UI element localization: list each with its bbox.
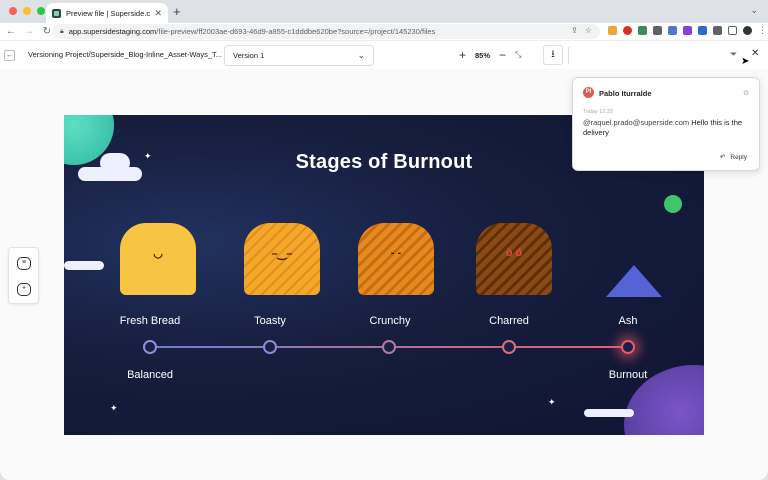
timeline-dot [502, 340, 516, 354]
comment-author: Pablo Iturralde [599, 89, 652, 98]
resolve-icon[interactable]: ⊙ [743, 89, 749, 97]
chevron-down-icon: ⌄ [357, 50, 365, 60]
star-decoration: ✦ [110, 403, 118, 413]
project-breadcrumb: Versioning Project/Superside_Blog-Inline… [28, 50, 222, 59]
extension-icon-3[interactable] [638, 26, 647, 35]
toast-face: ò ó [505, 247, 523, 259]
extension-icon-4[interactable] [653, 26, 662, 35]
browser-toolbar: ← → ↻ 🔒︎ app.supersidestaging.com/file-p… [0, 23, 768, 40]
zoom-in-button[interactable]: + [459, 48, 466, 62]
zoom-out-button[interactable]: − [499, 48, 506, 62]
reply-icon: ↶ [719, 154, 726, 161]
profile-avatar[interactable] [743, 26, 752, 35]
close-tab-icon[interactable]: ✕ [154, 8, 162, 19]
close-window-button[interactable] [9, 7, 17, 15]
header-divider [568, 47, 569, 64]
cloud-decoration [584, 409, 634, 417]
zoom-window-button[interactable] [37, 7, 45, 15]
version-value: Version 1 [233, 51, 265, 60]
preview-header: ← Versioning Project/Superside_Blog-Inli… [0, 40, 768, 69]
stage-label: Ash [618, 315, 638, 327]
stage-label: Crunchy [369, 315, 411, 327]
back-button[interactable]: ← [4, 50, 15, 61]
bookmark-star-icon[interactable]: ☆ [585, 26, 592, 35]
small-planet-decoration [664, 195, 682, 213]
url-host: app.supersidestaging.com [68, 27, 157, 36]
comment-mention: @raquel.prado@superside.com [583, 118, 690, 127]
new-tab-button[interactable]: + [173, 4, 181, 19]
zoom-controls: + 85% − ⤡ [459, 48, 521, 62]
toast-crunchy: - - [358, 223, 434, 295]
window-controls [9, 7, 45, 15]
extension-icon-1[interactable] [608, 26, 617, 35]
stage-label: Fresh Bread [119, 315, 181, 327]
puzzle-extensions-icon[interactable] [713, 26, 722, 35]
share-icon[interactable]: ⇪ [571, 26, 578, 35]
tab-title: Preview file | Superside.com [66, 8, 151, 18]
reply-label: Reply [730, 153, 747, 161]
comment-popover: PI Pablo Iturralde ⊙ Today 12:33 @raquel… [572, 77, 760, 171]
end-label: Burnout [608, 369, 648, 381]
forward-arrow-icon[interactable]: → [22, 26, 36, 37]
start-label: Balanced [127, 369, 173, 381]
comment-body: @raquel.prado@superside.com Hello this i… [583, 118, 753, 138]
add-comment-icon[interactable]: + [17, 283, 31, 296]
extension-icon-6[interactable] [683, 26, 692, 35]
timeline-dot [263, 340, 277, 354]
extensions-bar: ⋮ [608, 25, 767, 36]
extension-icon-2[interactable] [623, 26, 632, 35]
extension-icon-5[interactable] [668, 26, 677, 35]
sidebar-icon[interactable] [728, 26, 737, 35]
download-button[interactable]: ⭳ [543, 45, 563, 65]
reply-button[interactable]: ↶ Reply [719, 153, 747, 162]
back-arrow-icon[interactable]: ← [4, 26, 18, 37]
mouse-cursor-icon: ➤ [741, 56, 750, 67]
avatar: PI [583, 87, 594, 98]
browser-window: Preview file | Superside.com ✕ + ⌄ ← → ↻… [0, 0, 768, 480]
volcano-decoration [606, 265, 662, 297]
more-menu-icon[interactable]: ⋮ [758, 25, 767, 36]
address-bar-actions: ⇪ ☆ [571, 26, 592, 35]
browser-tab[interactable]: Preview file | Superside.com ✕ [46, 3, 168, 23]
lock-icon: 🔒︎ [60, 27, 64, 35]
comment-time: Today 12:33 [583, 109, 613, 115]
toast-fresh-bread: ◡ [120, 223, 196, 295]
url-path: /file-preview/ff2003ae-d693-46d9-a855-c1… [156, 27, 436, 36]
address-bar[interactable]: 🔒︎ app.supersidestaging.com/file-preview… [52, 24, 600, 39]
fit-screen-icon[interactable]: ⤡ [515, 50, 521, 60]
cloud-decoration [64, 261, 104, 270]
toast-charred: ò ó [476, 223, 552, 295]
close-preview-button[interactable]: ✕ [751, 48, 759, 59]
stage-label: Charred [489, 315, 529, 327]
toast-face: –‿– [271, 248, 293, 260]
timeline-dot [382, 340, 396, 354]
title-bar: Preview file | Superside.com ✕ + ⌄ [0, 0, 768, 23]
comments-list-icon[interactable]: ≡ [17, 257, 31, 270]
comment-tools: ≡ + [8, 247, 39, 304]
toast-face: ◡ [153, 248, 163, 260]
timeline-dot [621, 340, 635, 354]
timeline-dot [143, 340, 157, 354]
toast-toasty: –‿– [244, 223, 320, 295]
star-decoration: ✦ [548, 397, 556, 407]
zoom-level: 85% [475, 50, 491, 60]
filter-icon[interactable]: ⏷ [730, 49, 737, 60]
toast-face: - - [390, 247, 402, 259]
stage-label: Toasty [254, 315, 286, 327]
extension-icon-7[interactable] [698, 26, 707, 35]
superside-favicon-icon [52, 8, 61, 18]
minimize-window-button[interactable] [23, 7, 31, 15]
version-select[interactable]: Version 1 ⌄ [224, 45, 374, 66]
tab-search-chevron-icon[interactable]: ⌄ [750, 5, 758, 16]
